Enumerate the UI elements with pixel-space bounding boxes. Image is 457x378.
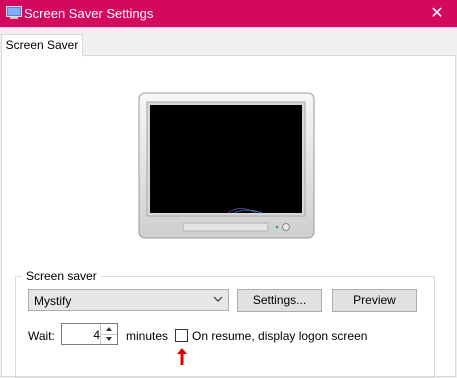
close-icon: ✕ [430,5,444,22]
wait-label: Wait: [28,329,55,343]
title-bar: Screen Saver Settings ✕ [0,0,457,27]
resume-logon-label[interactable]: On resume, display logon screen [192,329,367,343]
group-label: Screen saver [22,269,101,283]
red-arrow-icon [177,348,187,365]
minutes-label: minutes [126,329,169,343]
tab-screen-saver[interactable]: Screen Saver [1,34,83,57]
chevron-down-icon [213,296,223,302]
app-icon [6,6,22,19]
wait-stepper[interactable]: 4 [61,323,118,345]
spin-down-icon[interactable] [101,334,117,344]
wait-value: 4 [93,328,100,342]
resume-logon-checkbox[interactable] [175,329,188,342]
screensaver-select-value: Mystify [34,294,72,308]
settings-button[interactable]: Settings... [237,289,322,312]
monitor-preview [138,92,315,239]
screensaver-select[interactable]: Mystify [28,289,229,311]
window-title: Screen Saver Settings [24,6,154,21]
close-button[interactable]: ✕ [417,0,457,27]
stepper-buttons [100,324,117,344]
preview-screen [150,105,302,213]
preview-button[interactable]: Preview [332,289,417,312]
